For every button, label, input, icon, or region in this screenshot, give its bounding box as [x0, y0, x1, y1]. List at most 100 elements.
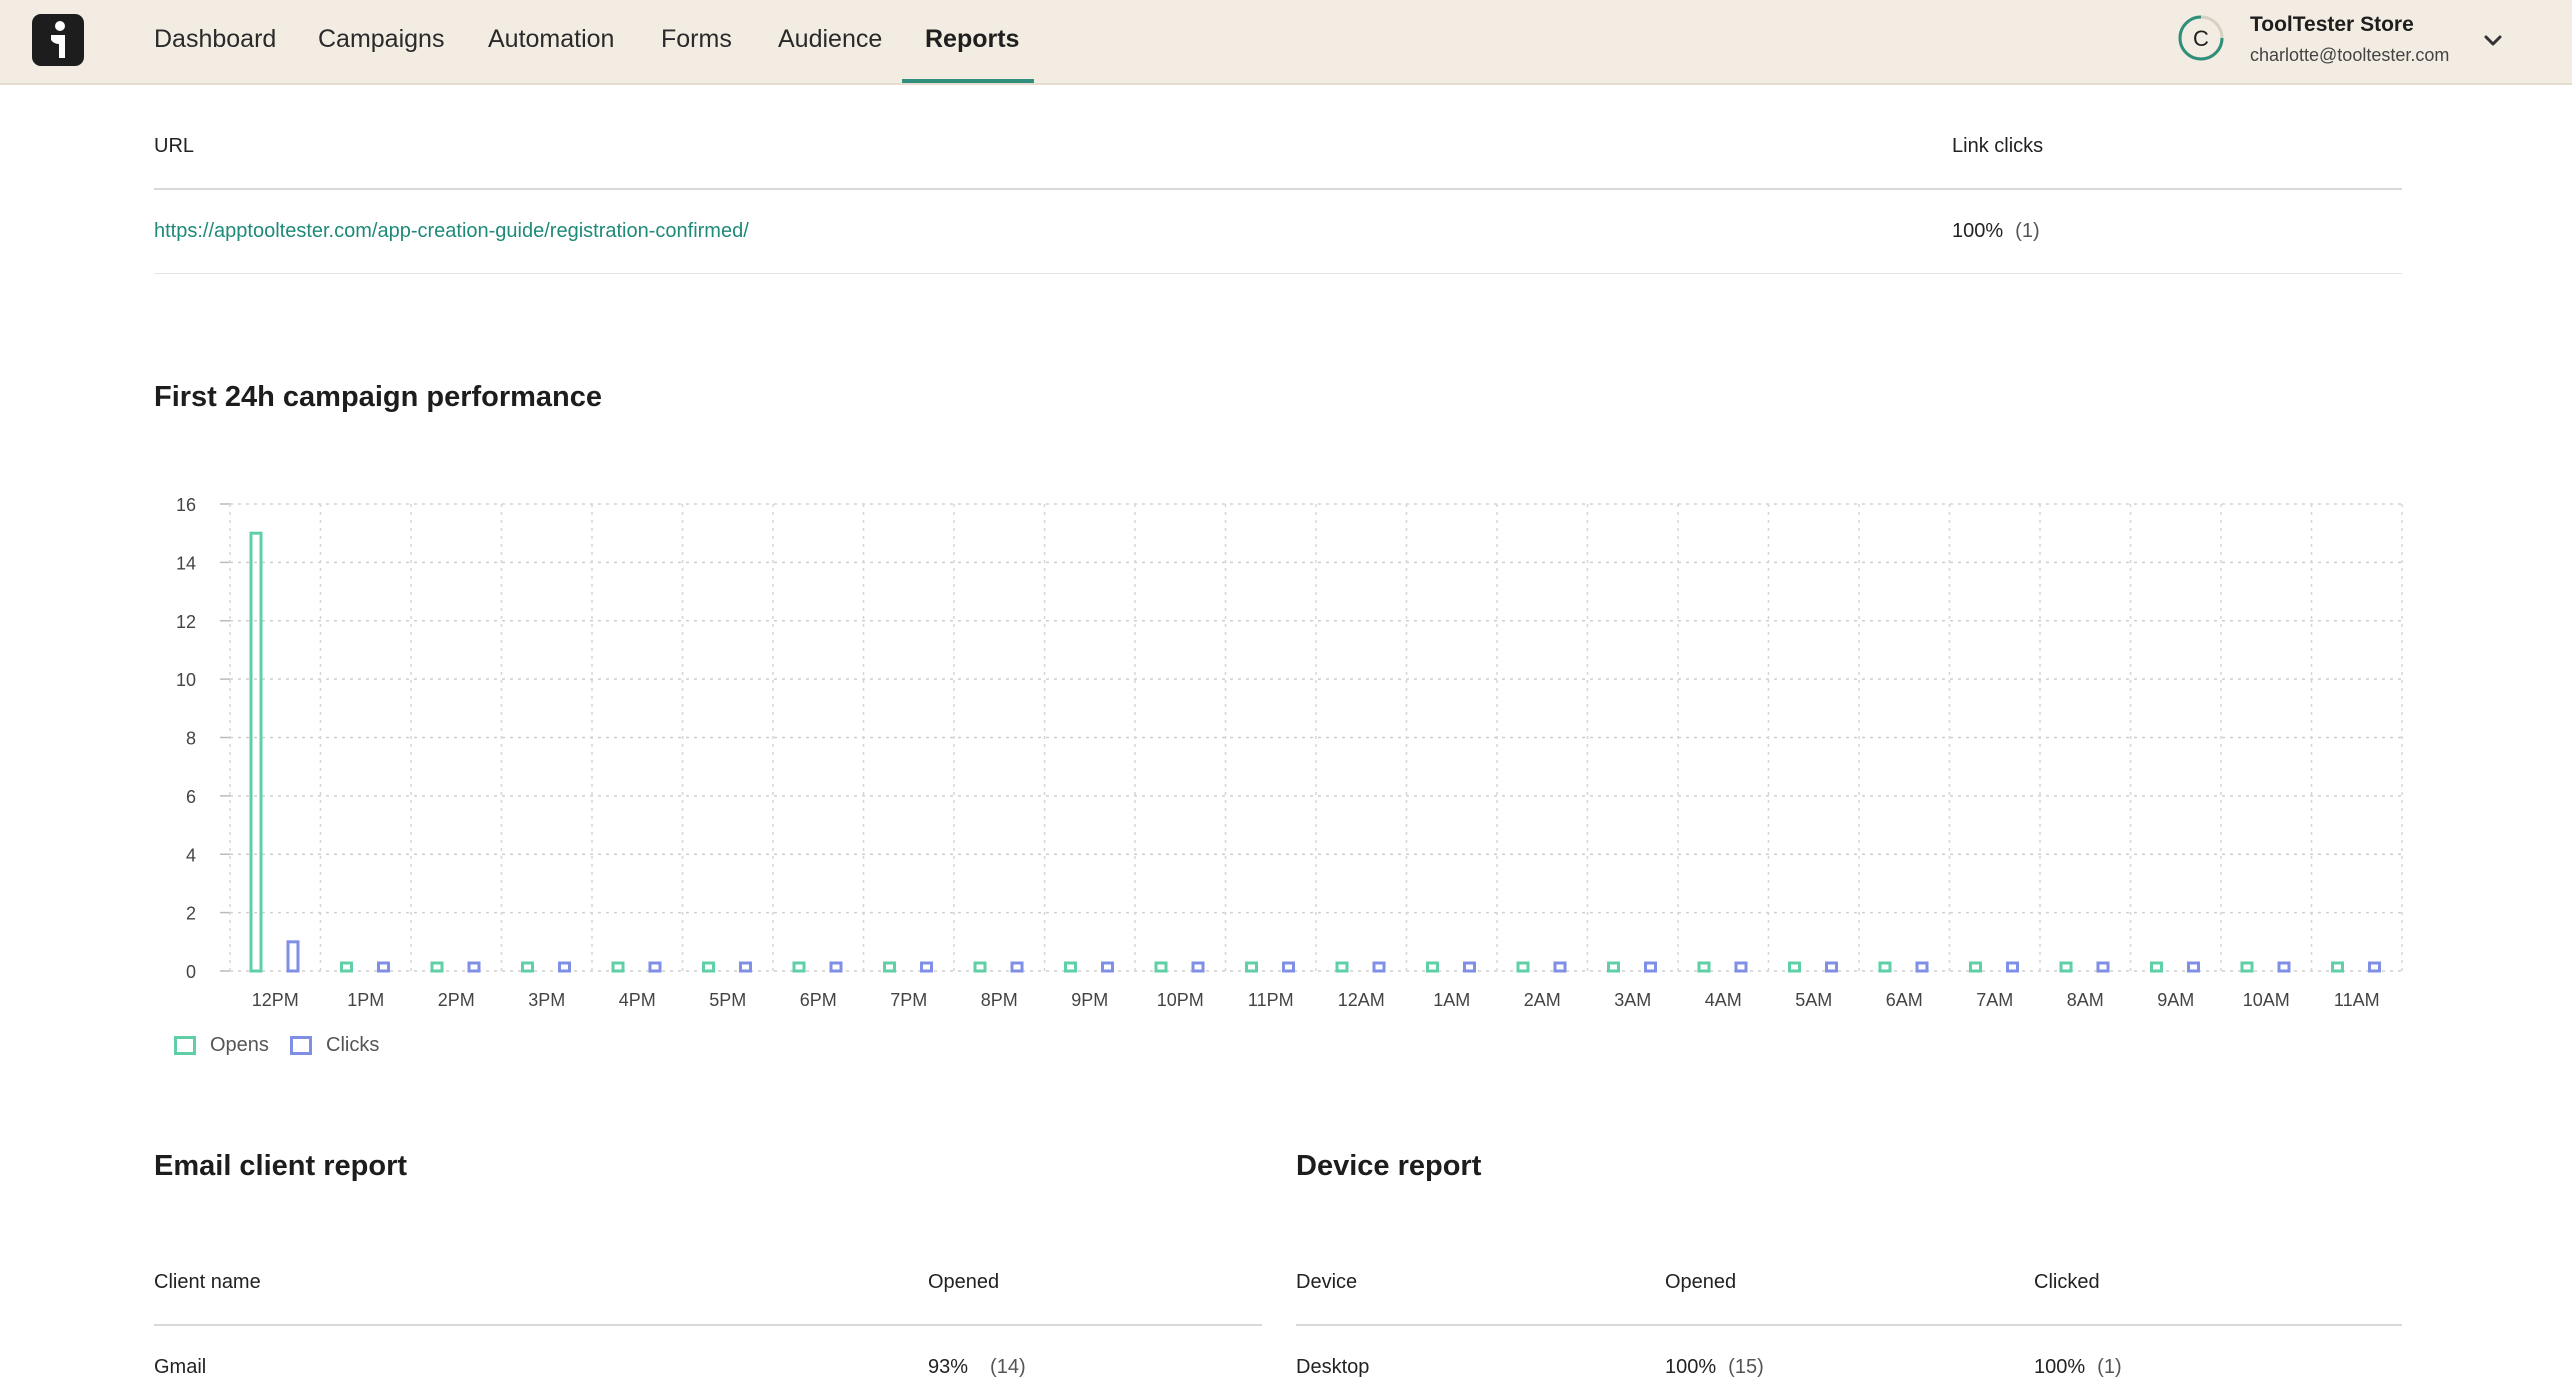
bar-opens	[2331, 961, 2344, 973]
bar-clicks	[2277, 961, 2291, 973]
x-tick-label: 1AM	[1433, 990, 1470, 1010]
bar-clicks	[286, 940, 300, 973]
bar-clicks	[558, 961, 571, 973]
bar-opens	[1878, 961, 1892, 973]
client-opened-percent: 93%	[928, 1356, 969, 1378]
client-name: Gmail	[154, 1356, 207, 1378]
device-opened-value: 100% (15)	[1665, 1356, 1764, 1379]
x-tick-label: 8PM	[981, 990, 1018, 1010]
y-tick-label: 16	[176, 495, 196, 515]
device-opened-percent: 100%	[1665, 1356, 1717, 1378]
y-tick-label: 10	[176, 670, 196, 690]
bar-clicks	[739, 961, 752, 973]
email-client-report-title: Email client report	[154, 1150, 408, 1182]
bar-opens	[430, 961, 444, 973]
device-table-divider	[1296, 1324, 2402, 1326]
client-opened-count: (14)	[990, 1356, 1026, 1378]
bar-clicks	[467, 961, 481, 973]
bar-opens	[1697, 961, 1711, 973]
bar-opens	[1969, 961, 1982, 973]
bar-clicks	[2187, 961, 2200, 973]
device-clicked-value: 100% (1)	[2034, 1356, 2122, 1379]
x-tick-label: 5AM	[1795, 990, 1832, 1010]
x-tick-label: 7AM	[1976, 990, 2013, 1010]
bar-clicks	[2096, 961, 2110, 973]
y-tick-label: 8	[186, 729, 196, 749]
y-tick-label: 12	[176, 612, 196, 632]
bar-clicks	[1101, 961, 1114, 973]
device-report-title: Device report	[1296, 1150, 1482, 1182]
bar-opens	[1516, 961, 1530, 973]
x-tick-label: 3AM	[1614, 990, 1651, 1010]
y-tick-label: 14	[176, 553, 196, 573]
bar-opens	[702, 961, 715, 973]
device-name: Desktop	[1296, 1356, 1370, 1378]
bar-clicks	[1010, 961, 1024, 973]
x-tick-label: 2AM	[1524, 990, 1561, 1010]
legend-clicks-swatch	[290, 1036, 312, 1055]
bar-clicks	[920, 961, 933, 973]
x-tick-label: 9AM	[2157, 990, 2194, 1010]
y-tick-label: 4	[186, 845, 196, 865]
x-tick-label: 11PM	[1248, 990, 1294, 1010]
bar-clicks	[1825, 961, 1838, 973]
bar-clicks	[1282, 961, 1295, 973]
bar-opens	[521, 961, 534, 973]
bar-opens	[611, 961, 625, 973]
bar-opens	[1788, 961, 1801, 973]
device-clicked-percent: 100%	[2034, 1356, 2086, 1378]
x-tick-label: 1PM	[347, 990, 384, 1010]
legend-clicks-label: Clicks	[326, 1034, 380, 1056]
bar-opens	[973, 961, 987, 973]
x-tick-label: 4AM	[1705, 990, 1742, 1010]
bar-opens	[2059, 961, 2073, 973]
bar-opens	[1154, 961, 1168, 973]
y-tick-label: 0	[186, 962, 196, 982]
bar-opens	[883, 961, 896, 973]
x-tick-label: 7PM	[890, 990, 927, 1010]
bar-clicks	[2006, 961, 2019, 973]
bar-opens	[249, 531, 263, 973]
y-tick-label: 6	[186, 787, 196, 807]
bar-clicks	[1644, 961, 1657, 973]
x-tick-label: 11AM	[2334, 990, 2380, 1010]
x-tick-label: 6PM	[800, 990, 837, 1010]
client-table-divider	[154, 1324, 1262, 1326]
client-name-column-header: Client name	[154, 1271, 261, 1293]
bar-opens	[2150, 961, 2163, 973]
x-tick-label: 9PM	[1071, 990, 1108, 1010]
legend-opens-swatch	[174, 1036, 196, 1055]
bar-clicks	[2368, 961, 2381, 973]
performance-chart: 0 2 4 6 8 10 12 14 16 12PM 1PM 2PM 3PM 4PM 5PM 6PM 7PM 8P…	[176, 495, 2403, 1010]
bar-clicks	[1372, 961, 1386, 973]
x-tick-label: 2PM	[438, 990, 475, 1010]
bar-opens	[1245, 961, 1258, 973]
x-tick-label: 10AM	[2243, 990, 2290, 1010]
x-tick-label: 3PM	[528, 990, 565, 1010]
x-tick-label: 4PM	[619, 990, 656, 1010]
x-tick-label: 8AM	[2067, 990, 2104, 1010]
bar-opens	[1064, 961, 1077, 973]
bar-clicks	[1191, 961, 1205, 973]
client-opened-value: 93% (14)	[928, 1356, 1026, 1379]
bar-clicks	[1463, 961, 1476, 973]
legend-clicks[interactable]: Clicks	[290, 1034, 379, 1057]
bar-clicks	[1915, 961, 1929, 973]
x-tick-label: 12PM	[252, 990, 299, 1010]
legend-opens[interactable]: Opens	[174, 1034, 269, 1057]
device-column-header: Device	[1296, 1271, 1358, 1293]
bar-clicks	[829, 961, 843, 973]
bar-opens	[2240, 961, 2254, 973]
bar-opens	[1335, 961, 1349, 973]
x-tick-label: 12AM	[1338, 990, 1385, 1010]
bar-clicks	[648, 961, 662, 973]
client-opened-column-header: Opened	[928, 1271, 1000, 1293]
device-opened-count: (15)	[1728, 1356, 1764, 1378]
legend-opens-label: Opens	[210, 1034, 269, 1056]
bar-clicks	[1734, 961, 1748, 973]
x-tick-label: 6AM	[1886, 990, 1923, 1010]
bar-opens	[1426, 961, 1439, 973]
device-opened-column-header: Opened	[1665, 1271, 1737, 1293]
y-tick-label: 2	[186, 904, 196, 924]
bar-opens	[1607, 961, 1620, 973]
